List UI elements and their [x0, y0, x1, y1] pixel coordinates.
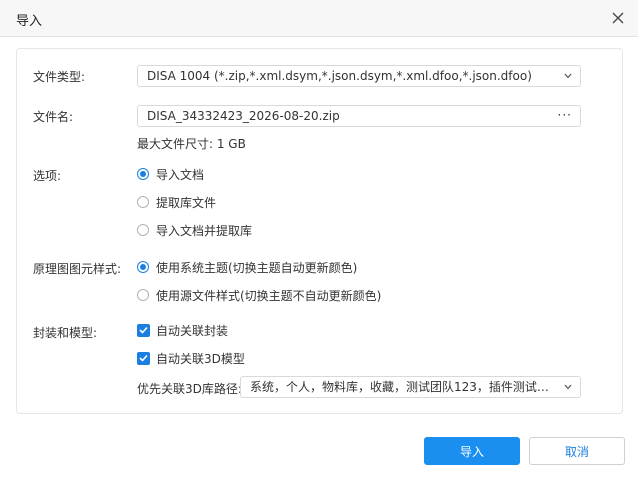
- radio-selected[interactable]: [137, 261, 149, 273]
- radio-unselected[interactable]: [137, 224, 149, 236]
- library-path-value: 系统，个人，物料库，收藏，测试团队123，插件测试，...: [250, 380, 561, 394]
- cancel-button[interactable]: 取消: [529, 437, 625, 465]
- dialog-title: 导入: [16, 14, 43, 29]
- library-path-label: 优先关联3D库路径:: [137, 382, 242, 396]
- check-icon: [139, 354, 148, 362]
- file-type-select[interactable]: DISA 1004 (*.zip,*.xml.dsym,*.json.dsym,…: [137, 65, 581, 87]
- option-label: 导入文档: [156, 167, 205, 182]
- checkbox-checked[interactable]: [137, 351, 150, 365]
- options-label: 选项:: [33, 169, 62, 183]
- check-icon: [139, 326, 148, 334]
- radio-selected[interactable]: [137, 168, 149, 180]
- option-import-document[interactable]: 导入文档: [137, 166, 204, 182]
- chevron-down-icon: [564, 73, 572, 79]
- option-extract-library[interactable]: 提取库文件: [137, 194, 216, 210]
- library-path-select[interactable]: 系统，个人，物料库，收藏，测试团队123，插件测试，...: [240, 376, 581, 398]
- radio-unselected[interactable]: [137, 289, 149, 301]
- form-panel: [16, 48, 623, 414]
- package-model-label: 封装和模型:: [33, 326, 98, 340]
- chevron-down-icon: [564, 384, 572, 390]
- option-label: 导入文档并提取库: [156, 223, 253, 238]
- option-label: 使用系统主题(切换主题自动更新颜色): [156, 260, 358, 275]
- auto-link-footprint[interactable]: 自动关联封装: [137, 322, 228, 338]
- file-name-value: DISA_34332423_2026-08-20.zip: [147, 109, 340, 123]
- dialog-titlebar: 导入: [0, 0, 638, 37]
- style-system-theme[interactable]: 使用系统主题(切换主题自动更新颜色): [137, 259, 357, 275]
- option-import-and-extract[interactable]: 导入文档并提取库: [137, 222, 252, 238]
- file-type-label: 文件类型:: [33, 70, 86, 84]
- file-type-value: DISA 1004 (*.zip,*.xml.dsym,*.json.dsym,…: [147, 69, 532, 83]
- file-name-field[interactable]: DISA_34332423_2026-08-20.zip ···: [137, 105, 581, 127]
- auto-link-3d-model[interactable]: 自动关联3D模型: [137, 350, 245, 366]
- style-source-file[interactable]: 使用源文件样式(切换主题不自动更新颜色): [137, 287, 381, 303]
- symbol-style-label: 原理图图元样式:: [33, 262, 122, 276]
- option-label: 提取库文件: [156, 195, 217, 210]
- close-button[interactable]: [608, 8, 628, 28]
- file-name-label: 文件名:: [33, 110, 74, 124]
- close-icon: [612, 12, 624, 24]
- checkbox-label: 自动关联封装: [156, 323, 229, 338]
- option-label: 使用源文件样式(切换主题不自动更新颜色): [156, 288, 382, 303]
- radio-unselected[interactable]: [137, 196, 149, 208]
- max-size-note: 最大文件尺寸: 1 GB: [137, 137, 246, 151]
- browse-button[interactable]: ···: [558, 106, 572, 126]
- import-button[interactable]: 导入: [424, 437, 520, 465]
- checkbox-checked[interactable]: [137, 323, 150, 337]
- checkbox-label: 自动关联3D模型: [156, 351, 245, 366]
